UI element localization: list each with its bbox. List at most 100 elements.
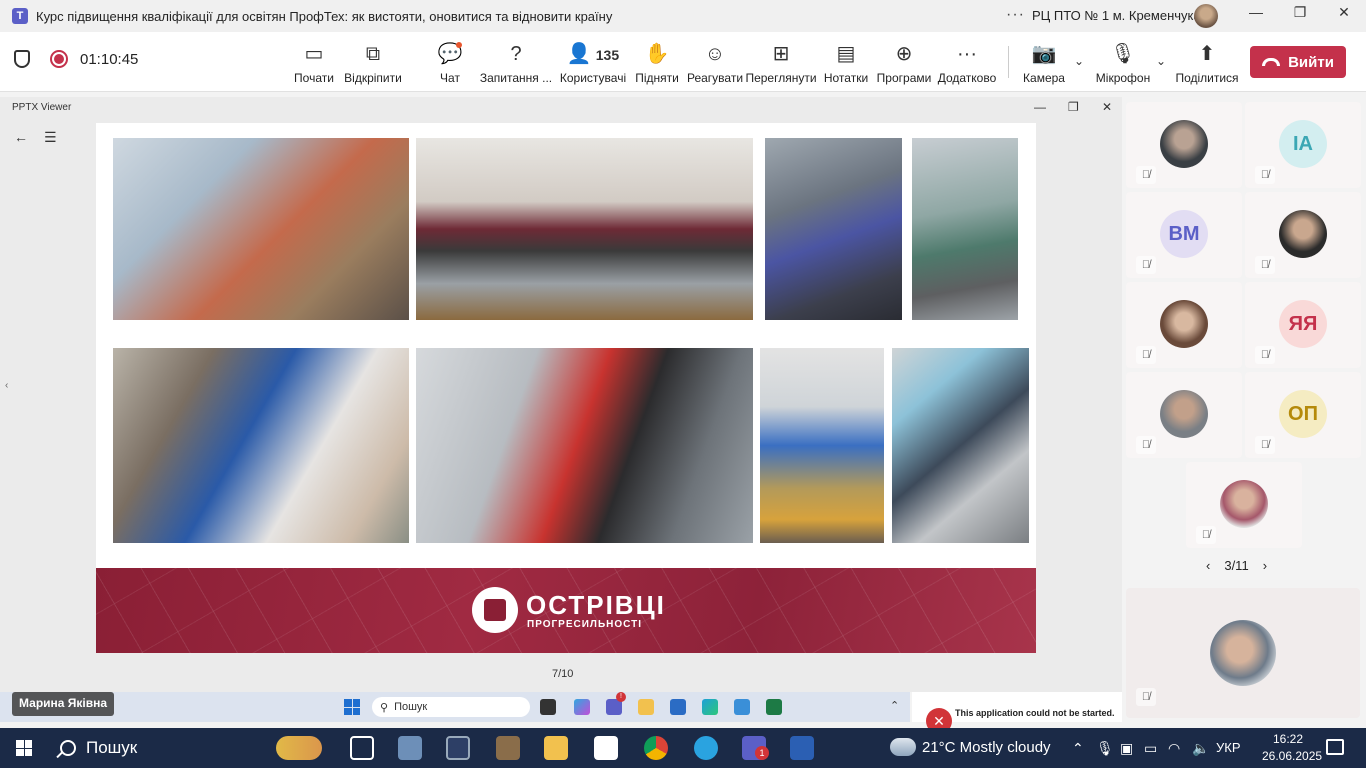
participant-tile-1[interactable]: 🎙̸ [1126, 102, 1242, 188]
task-view-icon[interactable] [350, 736, 374, 760]
start-screen-icon: ▭ [304, 43, 324, 65]
more-button[interactable]: ··· Додатково [938, 42, 997, 90]
remote-explorer-icon[interactable] [638, 699, 654, 715]
chrome-icon[interactable] [644, 736, 668, 760]
participant-tile-4[interactable]: 🎙̸ [1245, 192, 1361, 278]
participant-tile-7[interactable]: 🎙̸ [1126, 372, 1242, 458]
banner-subtitle: ПРОГРЕСИЛЬНОСТІ [527, 619, 642, 630]
camera-options-chevron-icon[interactable]: ⌄ [1074, 54, 1084, 68]
remote-search-box[interactable]: ⚲ Пошук [372, 697, 530, 717]
photo-students-group [912, 138, 1018, 320]
app2-icon[interactable] [496, 736, 520, 760]
organization-name[interactable]: РЦ ПТО № 1 м. Кременчука [1032, 8, 1201, 23]
apps-button[interactable]: ⊕ Програми [877, 42, 932, 90]
view-button[interactable]: ⊞ Переглянути [745, 42, 816, 90]
shield-icon[interactable] [14, 50, 30, 68]
mic-muted-icon: 🎙̸ [1196, 526, 1216, 544]
taskbar-clock[interactable]: 16:22 26.06.2025 [1262, 731, 1322, 765]
remote-edge-icon[interactable] [702, 699, 718, 715]
participant-avatar [1160, 120, 1208, 168]
slide-banner: ОСТРІВЦІ ПРОГРЕСИЛЬНОСТІ [96, 568, 1036, 653]
error-notification[interactable]: ✕ This application could not be started. [912, 692, 1122, 734]
back-arrow-icon[interactable]: ← [14, 129, 28, 145]
screen-tray-icon[interactable]: ▣ [1120, 740, 1133, 757]
pptx-viewer: PPTX Viewer — ❐ ✕ ← ☰ ‹ ОСТРІВЦІ ПРОГРЕС… [0, 97, 1122, 692]
copilot-sparkle-icon[interactable] [276, 736, 322, 760]
microphone-tray-icon[interactable]: 🎙 [1096, 740, 1114, 757]
notes-button[interactable]: ▤ Нотатки [824, 42, 868, 90]
chat-button[interactable]: 💬 Чат [436, 42, 464, 90]
mic-muted-icon: 🎙̸ [1255, 166, 1275, 184]
search-icon [60, 740, 76, 756]
self-video-tile[interactable]: 🎙̸ [1126, 588, 1360, 718]
participant-tile-6[interactable]: ЯЯ 🎙̸ [1245, 282, 1361, 368]
participant-tile-9[interactable]: 🎙̸ [1186, 462, 1302, 548]
viewer-minimize-icon[interactable]: — [1034, 100, 1046, 114]
more-options-icon[interactable]: ··· [1006, 6, 1025, 24]
more-icon: ··· [957, 43, 977, 65]
remote-desktop-icon[interactable] [446, 736, 470, 760]
microphone-button[interactable]: 🎙 Мікрофон [1096, 42, 1150, 90]
word-icon[interactable] [790, 736, 814, 760]
battery-tray-icon[interactable]: ▭ [1144, 740, 1157, 757]
share-button[interactable]: ⬆ Поділитися [1175, 42, 1238, 90]
participant-tile-5[interactable]: 🎙̸ [1126, 282, 1242, 368]
minimize-icon[interactable]: — [1244, 4, 1268, 20]
account-avatar[interactable] [1194, 4, 1218, 28]
participant-initials: ІА [1279, 120, 1327, 168]
viewer-close-icon[interactable]: ✕ [1102, 100, 1112, 114]
viewer-restore-icon[interactable]: ❐ [1068, 100, 1079, 114]
app-icon[interactable] [398, 736, 422, 760]
remote-app-icon[interactable] [734, 699, 750, 715]
unpin-icon: ⧉ [365, 43, 381, 65]
participant-avatar [1220, 480, 1268, 528]
smile-icon: ☺ [704, 43, 726, 65]
solitaire-icon[interactable] [594, 736, 618, 760]
pager-prev-icon[interactable]: ‹ [1206, 558, 1210, 573]
remote-excel-icon[interactable] [766, 699, 782, 715]
participant-avatar [1160, 390, 1208, 438]
close-icon[interactable]: ✕ [1332, 4, 1356, 21]
unpin-button[interactable]: ⧉ Відкріпити [344, 42, 402, 90]
raise-hand-button[interactable]: ✋ Підняти [635, 42, 679, 90]
react-button[interactable]: ☺ Реагувати [687, 42, 743, 90]
mic-muted-icon: 🎙̸ [1255, 436, 1275, 454]
phone-hangup-icon [1262, 58, 1281, 66]
start-icon[interactable] [16, 740, 32, 756]
notifications-icon[interactable] [1326, 739, 1344, 755]
mic-options-chevron-icon[interactable]: ⌄ [1156, 54, 1166, 68]
mic-off-icon: 🎙 [1110, 43, 1136, 65]
people-button[interactable]: 👤 135 Користувачі [560, 42, 626, 90]
mic-muted-icon: 🎙̸ [1136, 436, 1156, 454]
telegram-icon[interactable] [694, 736, 718, 760]
menu-icon[interactable]: ☰ [44, 129, 57, 146]
pager-next-icon[interactable]: › [1263, 558, 1267, 573]
restore-icon[interactable]: ❐ [1288, 4, 1312, 21]
tray-chevron-icon[interactable]: ⌃ [1072, 740, 1084, 757]
weather-text[interactable]: 21°C Mostly cloudy [922, 739, 1051, 756]
viewer-title: PPTX Viewer [12, 102, 72, 113]
remote-start-icon[interactable] [344, 699, 360, 715]
side-collapse-icon[interactable]: ‹ [5, 380, 8, 391]
qa-button[interactable]: ? Запитання ... [480, 42, 552, 90]
mic-muted-icon: 🎙̸ [1136, 256, 1156, 274]
file-explorer-icon[interactable] [544, 736, 568, 760]
participant-tile-8[interactable]: ОП 🎙̸ [1245, 372, 1361, 458]
remote-store-icon[interactable] [670, 699, 686, 715]
language-indicator[interactable]: УКР [1216, 740, 1241, 755]
wifi-tray-icon[interactable]: ◠ [1168, 740, 1180, 757]
start-button[interactable]: ▭ Почати [294, 42, 334, 90]
participant-tile-2[interactable]: ІА 🎙̸ [1245, 102, 1361, 188]
photo-reading-recipe [113, 348, 409, 543]
search-icon: ⚲ [380, 701, 389, 714]
volume-tray-icon[interactable]: 🔈 [1192, 740, 1209, 757]
remote-copilot-icon[interactable] [574, 699, 590, 715]
remote-taskview-icon[interactable] [540, 699, 556, 715]
leave-button[interactable]: Вийти [1250, 46, 1346, 78]
photo-vegetable-cutter [892, 348, 1029, 543]
participant-tile-3[interactable]: ВМ 🎙̸ [1126, 192, 1242, 278]
camera-button[interactable]: 📷 Камера [1023, 42, 1065, 90]
remote-tray-chevron-icon[interactable]: ⌃ [890, 699, 899, 712]
meeting-toolbar: 01:10:45 ▭ Почати ⧉ Відкріпити 💬 Чат ? З… [0, 32, 1366, 92]
weather-cloud-icon[interactable] [890, 738, 916, 756]
